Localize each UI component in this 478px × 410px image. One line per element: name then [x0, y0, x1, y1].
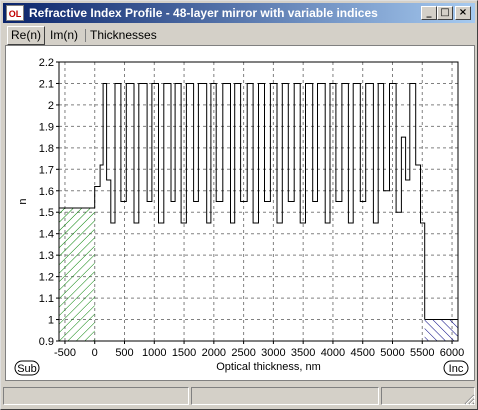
- x-tick-label: 5000: [380, 347, 404, 359]
- substrate-label-text: Sub: [17, 363, 37, 375]
- minimize-button[interactable]: _: [421, 6, 437, 20]
- substrate-label[interactable]: Sub: [14, 360, 40, 376]
- tab-thicknesses[interactable]: Thicknesses: [87, 26, 160, 44]
- close-button[interactable]: ×: [455, 6, 471, 20]
- status-panel-2: [191, 387, 379, 405]
- status-bar: [3, 387, 477, 407]
- y-tick-label: 1.6: [39, 186, 54, 198]
- title-bar[interactable]: OL Refractive Index Profile - 48-layer m…: [3, 3, 475, 23]
- main-window: OL Refractive Index Profile - 48-layer m…: [0, 0, 478, 410]
- x-tick-label: 2500: [231, 347, 255, 359]
- maximize-button[interactable]: □: [437, 6, 453, 20]
- app-icon[interactable]: OL: [6, 5, 24, 21]
- y-axis-ticks: 0.9 1 1.1 1.2 1.3 1.4 1.5 1.6 1.7 1.8 1.9 2 2.1 2.2: [39, 57, 59, 348]
- x-tick-label: 500: [115, 347, 133, 359]
- x-tick-label: 3500: [291, 347, 315, 359]
- index-profile-line: [94, 83, 426, 320]
- y-tick-label: 1.1: [39, 293, 54, 305]
- x-tick-label: 4000: [321, 347, 345, 359]
- x-tick-label: 5500: [410, 347, 434, 359]
- tab-re-n[interactable]: Re(n): [7, 26, 46, 45]
- x-tick-label: 0: [92, 347, 98, 359]
- y-tick-label: 1.7: [39, 164, 54, 176]
- window-title: Refractive Index Profile - 48-layer mirr…: [29, 6, 378, 20]
- status-panel-3: [381, 387, 475, 405]
- status-panel-1: [3, 387, 189, 405]
- y-tick-label: 1.2: [39, 272, 54, 284]
- boundary-regions: [59, 207, 458, 341]
- x-axis-label: Optical thickness, nm: [216, 361, 321, 373]
- x-tick-label: 6000: [440, 347, 464, 359]
- resize-grip-icon[interactable]: [463, 393, 475, 405]
- x-tick-label: 1500: [172, 347, 196, 359]
- plot-panel[interactable]: 0.9 1 1.1 1.2 1.3 1.4 1.5 1.6 1.7 1.8 1.9 2 2.1 2.2 -…: [5, 45, 475, 381]
- incident-region: [424, 319, 458, 341]
- incident-label-text: Inc: [449, 363, 464, 375]
- y-tick-label: 2.1: [39, 78, 54, 90]
- x-tick-label: -500: [54, 347, 76, 359]
- incident-label[interactable]: Inc: [443, 360, 469, 376]
- substrate-region: [59, 207, 95, 341]
- x-tick-label: 4500: [350, 347, 374, 359]
- y-tick-label: 1.3: [39, 250, 54, 262]
- y-tick-label: 1: [48, 315, 54, 327]
- x-tick-label: 1000: [142, 347, 166, 359]
- y-tick-label: 1.9: [39, 121, 54, 133]
- tab-im-n[interactable]: Im(n): [47, 26, 81, 44]
- y-tick-label: 1.5: [39, 207, 54, 219]
- x-axis-ticks: -500 0 500 1000 1500 2000 2500 3000 3500 4000 4500…: [54, 341, 464, 359]
- tab-separator: [85, 29, 86, 42]
- y-tick-label: 2: [48, 100, 54, 112]
- refractive-index-chart[interactable]: 0.9 1 1.1 1.2 1.3 1.4 1.5 1.6 1.7 1.8 1.9 2 2.1 2.2 -…: [6, 46, 474, 380]
- y-tick-label: 1.8: [39, 143, 54, 155]
- y-axis-label: n: [17, 198, 29, 204]
- y-tick-label: 2.2: [39, 57, 54, 69]
- y-tick-label: 1.4: [39, 229, 54, 241]
- x-tick-label: 2000: [202, 347, 226, 359]
- x-tick-label: 3000: [261, 347, 285, 359]
- y-tick-label: 0.9: [39, 336, 54, 348]
